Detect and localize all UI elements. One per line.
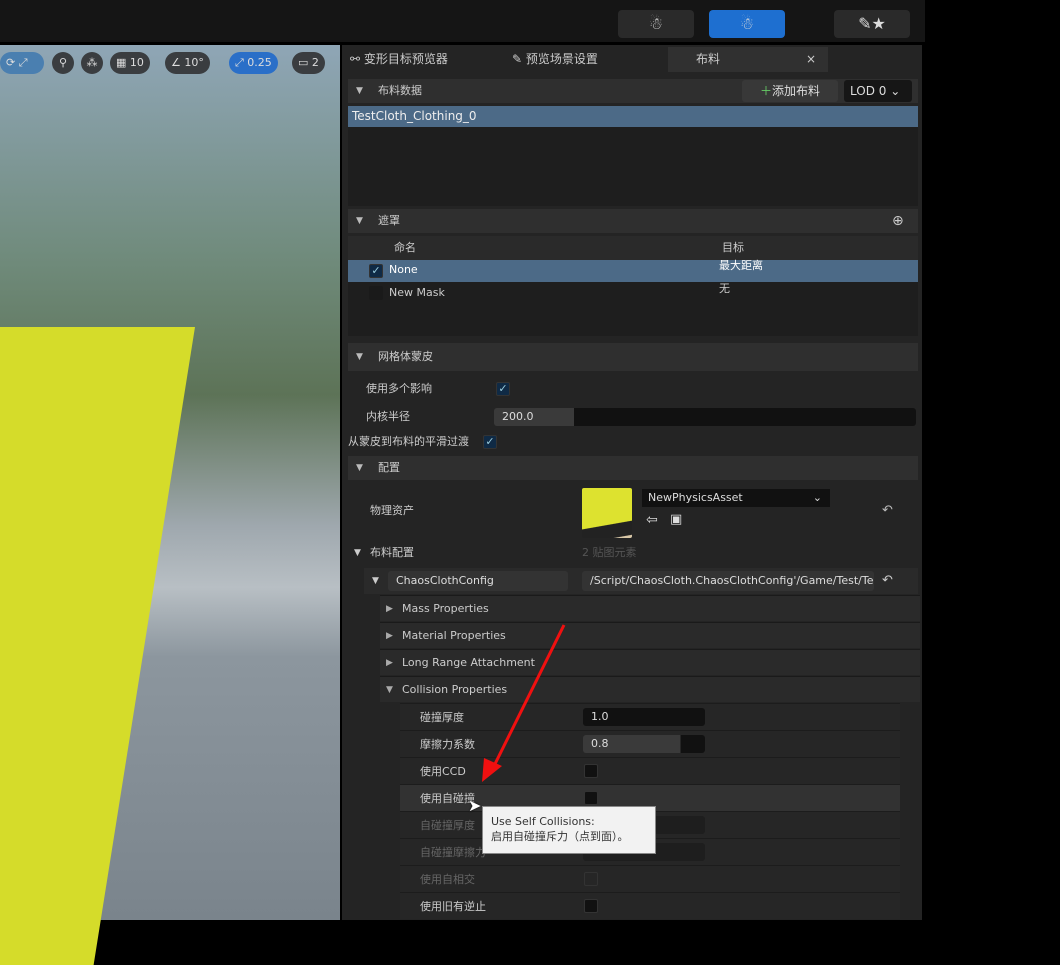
property-label: 自碰撞摩擦力 (420, 846, 486, 859)
property-checkbox (584, 872, 598, 886)
mask-row[interactable]: New Mask 无 (348, 282, 918, 304)
physics-mode-button[interactable]: ✎★ (834, 10, 910, 38)
mask-enabled-checkbox[interactable]: ✓ (369, 264, 383, 278)
property-label: 使用自碰撞 (420, 792, 475, 805)
transform-mode-button[interactable]: ⟳ ⤢ (0, 52, 44, 74)
tab-preview-scene-settings[interactable]: ✎ 预览场景设置 (512, 47, 598, 72)
property-checkbox[interactable] (584, 791, 598, 805)
section-config[interactable]: 配置 (348, 456, 918, 480)
property-number-input[interactable]: 1.0 (583, 708, 705, 726)
scale-icon: ⤢ (235, 56, 248, 69)
cloth-mesh (0, 327, 195, 965)
cloth-list: TestCloth_Clothing_0 (348, 106, 918, 206)
kernel-radius-input[interactable]: 200.0 (494, 408, 916, 426)
expand-arrow-icon: ▼ (354, 548, 361, 558)
property-checkbox[interactable] (584, 899, 598, 913)
group-long-range-attachment[interactable]: Long Range Attachment (380, 649, 920, 676)
mesh-mode-button[interactable]: ☃ (709, 10, 785, 38)
row-physics-asset: 物理资产 NewPhysicsAsset ⌄ ⇦ ▣ ↶ (348, 482, 918, 540)
row-chaos-cloth-config[interactable]: ▼ ChaosClothConfig /Script/ChaosCloth.Ch… (364, 568, 918, 594)
smooth-transition-checkbox[interactable]: ✓ (483, 435, 497, 449)
add-mask-icon[interactable]: ⊕ (892, 213, 904, 229)
use-selected-icon[interactable]: ⇦ (646, 512, 658, 528)
surface-snap-icon[interactable]: ⁂ (81, 52, 103, 74)
scale-snap-button[interactable]: ⤢ 0.25 (229, 52, 278, 74)
row-smooth-transition: 从蒙皮到布料的平滑过渡 ✓ (348, 430, 918, 454)
mouse-cursor-icon: ➤ (468, 796, 482, 815)
multiple-influences-checkbox[interactable]: ✓ (496, 382, 510, 396)
morph-icon: ⚯ (350, 52, 364, 66)
row-collision-property: 使用自相交 (400, 865, 900, 892)
lod-select[interactable]: LOD 0 ⌄ (844, 80, 912, 102)
camera-icon: ▭ (298, 56, 312, 69)
angle-icon: ∠ (171, 56, 185, 69)
viewport[interactable] (0, 45, 340, 965)
pencil-icon: ✎ (512, 52, 526, 66)
add-cloth-button[interactable]: ＋添加布料 (742, 80, 838, 102)
tab-morph-target-preview[interactable]: ⚯ 变形目标预览器 (350, 47, 448, 72)
property-label: 使用旧有逆止 (420, 900, 486, 913)
chaos-config-path[interactable]: /Script/ChaosCloth.ChaosClothConfig'/Gam… (582, 571, 874, 591)
property-label: 使用CCD (420, 765, 466, 778)
section-mesh-skinning[interactable]: 网格体蒙皮 (348, 343, 918, 371)
rotation-snap-button[interactable]: ∠ 10° (165, 52, 210, 74)
property-number-input[interactable]: 0.8 (583, 735, 705, 753)
column-name: 命名 (394, 241, 416, 254)
row-kernel-radius: 内核半径 200.0 (348, 405, 918, 429)
cloth-list-item[interactable]: TestCloth_Clothing_0 (348, 106, 918, 127)
mask-row[interactable]: ✓ None 最大距离 (348, 259, 918, 282)
row-collision-property: 使用旧有逆止 (400, 892, 900, 919)
property-checkbox[interactable] (584, 764, 598, 778)
physics-asset-select[interactable]: NewPhysicsAsset ⌄ (642, 489, 830, 507)
red-arrow-annotation (482, 624, 566, 782)
group-mass-properties[interactable]: Mass Properties (380, 595, 920, 622)
grid-icon: ▦ (116, 56, 130, 69)
property-label: 摩擦力系数 (420, 738, 475, 751)
skeleton-mode-button[interactable]: ☃ (618, 10, 694, 38)
expand-arrow-icon: ▼ (372, 576, 379, 586)
browse-folder-icon[interactable]: ▣ (670, 512, 682, 528)
local-world-icon[interactable]: ⚲ (52, 52, 74, 74)
property-label: 碰撞厚度 (420, 711, 464, 724)
tab-cloth[interactable]: 布料 × (668, 47, 828, 72)
plus-icon: ＋ (759, 84, 772, 98)
mask-enabled-checkbox[interactable] (369, 286, 383, 300)
mask-table: 命名 目标 ✓ None 最大距离 New Mask 无 (348, 236, 918, 336)
physics-asset-thumbnail[interactable] (582, 488, 632, 538)
group-collision-properties[interactable]: Collision Properties (380, 676, 920, 703)
grid-snap-button[interactable]: ▦ 10 (110, 52, 150, 74)
property-label: 自碰撞厚度 (420, 819, 475, 832)
row-cloth-config[interactable]: ▼ 布料配置 2 贴图元素 (348, 541, 918, 565)
reset-icon[interactable]: ↶ (882, 482, 893, 540)
top-toolbar: ☃ ☃ ✎★ (0, 0, 925, 42)
reset-icon[interactable]: ↶ (882, 568, 893, 594)
close-icon[interactable]: × (806, 47, 816, 72)
camera-speed-button[interactable]: ▭ 2 (292, 52, 325, 74)
group-material-properties[interactable]: Material Properties (380, 622, 920, 649)
row-multiple-influences: 使用多个影响 ✓ (348, 377, 918, 401)
section-masks[interactable]: 遮罩 (348, 209, 918, 233)
property-label: 使用自相交 (420, 873, 475, 886)
tooltip: Use Self Collisions: 启用自碰撞斥力（点到面）。 (482, 806, 656, 854)
